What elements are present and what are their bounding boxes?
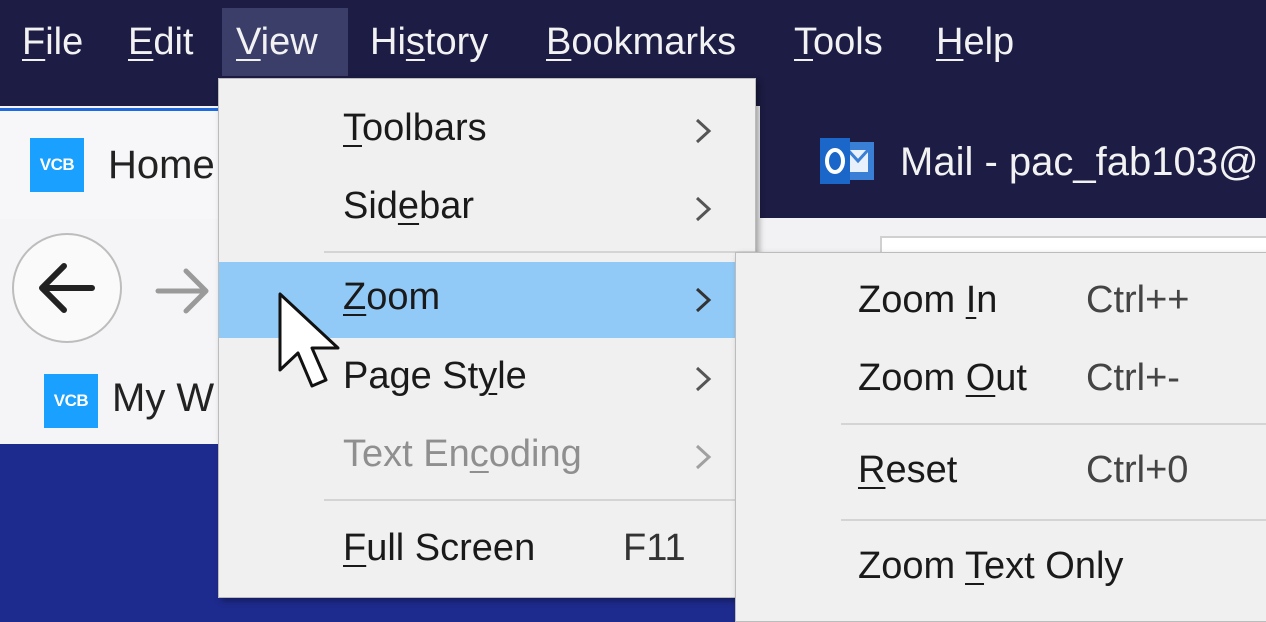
tab-mail[interactable]: Mail - pac_fab103@ <box>790 106 1266 218</box>
menu-item-sidebar[interactable]: Sidebar <box>219 171 755 247</box>
menu-file[interactable]: File <box>8 8 97 76</box>
menu-separator <box>324 499 755 501</box>
zoom-submenu: Zoom In Ctrl++ Zoom Out Ctrl+- Reset Ctr… <box>735 252 1266 622</box>
outlook-icon <box>820 138 874 184</box>
menu-item-reset[interactable]: Reset Ctrl+0 <box>736 435 1266 511</box>
menu-separator <box>841 423 1266 425</box>
menu-item-label: Text Encoding <box>343 433 582 475</box>
tab-mail-title: Mail - pac_fab103@ <box>900 140 1259 184</box>
menu-item-zoom-text-only[interactable]: Zoom Text Only <box>736 531 1266 607</box>
menu-item-label: Reset <box>858 449 958 491</box>
vcb-favicon-icon: VCB <box>44 374 98 428</box>
menu-item-toolbars[interactable]: Toolbars <box>219 93 755 169</box>
forward-button[interactable] <box>150 258 216 324</box>
submenu-arrow-icon <box>695 366 712 392</box>
menu-item-zoom-out[interactable]: Zoom Out Ctrl+- <box>736 343 1266 419</box>
menu-item-shortcut: Ctrl+- <box>1086 357 1180 399</box>
menu-item-label: Full Screen <box>343 527 536 569</box>
menu-item-text-encoding: Text Encoding <box>219 419 755 495</box>
menu-help[interactable]: Help <box>922 8 1028 76</box>
menu-bookmarks[interactable]: Bookmarks <box>532 8 750 76</box>
menu-tools[interactable]: Tools <box>780 8 897 76</box>
menu-item-full-screen[interactable]: Full Screen F11 <box>219 513 755 589</box>
menu-separator <box>841 519 1266 521</box>
submenu-arrow-icon <box>695 444 712 470</box>
submenu-arrow-icon <box>695 118 712 144</box>
submenu-arrow-icon <box>695 287 712 313</box>
vcb-favicon-icon: VCB <box>30 138 84 192</box>
menu-item-label: Zoom Out <box>858 357 1027 399</box>
submenu-arrow-icon <box>695 196 712 222</box>
menu-view[interactable]: View <box>222 8 348 76</box>
menu-item-label: Sidebar <box>343 185 474 227</box>
bookmark-item-label: My W <box>112 376 215 420</box>
forward-arrow-icon <box>155 268 209 314</box>
menu-item-label: Zoom In <box>858 279 998 321</box>
back-arrow-icon <box>39 263 95 313</box>
menu-item-shortcut: Ctrl++ <box>1086 279 1190 321</box>
menu-edit[interactable]: Edit <box>114 8 208 76</box>
menu-item-shortcut: F11 <box>623 527 686 569</box>
menu-separator <box>324 251 755 253</box>
menu-history[interactable]: History <box>356 8 502 76</box>
menu-item-label: Zoom Text Only <box>858 545 1124 587</box>
menu-item-label: Zoom <box>343 276 441 318</box>
menu-item-shortcut: Ctrl+0 <box>1086 449 1189 491</box>
menu-item-zoom-in[interactable]: Zoom In Ctrl++ <box>736 265 1266 341</box>
mouse-pointer-icon <box>278 292 340 388</box>
tab-home-title: Home <box>108 143 215 187</box>
menu-item-label: Toolbars <box>343 107 487 149</box>
back-button[interactable] <box>12 233 122 343</box>
bookmarks-toolbar: VCB My W <box>0 366 230 444</box>
menu-item-label: Page Style <box>343 355 527 397</box>
